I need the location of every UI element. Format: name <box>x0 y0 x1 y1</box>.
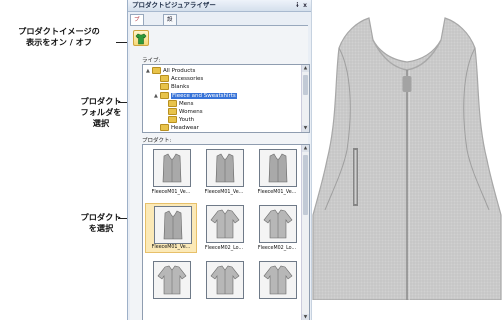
product-thumbnail <box>153 149 191 187</box>
green-shirt-icon <box>135 33 147 45</box>
product-thumbnail <box>206 205 244 243</box>
tree-node-label: Blanks <box>171 84 190 91</box>
expand-arrow-icon[interactable]: ▲ <box>154 92 158 101</box>
scroll-thumb[interactable] <box>303 155 308 215</box>
product-thumbnail <box>206 261 244 299</box>
product-caption: FleeceM01_Ve... <box>151 190 191 195</box>
folder-icon <box>168 116 177 124</box>
scroll-down-arrow[interactable]: ▼ <box>302 314 309 320</box>
scroll-up-arrow[interactable]: ▲ <box>302 65 309 72</box>
product-thumbnail <box>259 261 297 299</box>
scroll-down-arrow[interactable]: ▼ <box>302 125 309 132</box>
product-tile[interactable]: FleeceM01_Ve... <box>198 147 250 197</box>
product-caption: FleeceM01_Ve... <box>257 190 297 195</box>
folder-icon <box>160 91 169 99</box>
folder-icon <box>152 67 161 74</box>
product-thumbnail <box>153 261 191 299</box>
product-tile[interactable] <box>251 259 303 309</box>
toggle-product-image-button[interactable] <box>133 30 149 46</box>
product-tile[interactable]: FleeceM02_Lo... <box>198 203 250 253</box>
product-thumbnail <box>206 149 244 187</box>
tree-node[interactable]: Headwear <box>160 124 199 132</box>
close-icon[interactable]: x <box>303 0 307 11</box>
tree-node-label: Youth <box>179 117 195 124</box>
callout-select-folder: プロダクト フォルダを 選択 <box>80 96 122 128</box>
product-caption: FleeceM02_Lo... <box>257 246 297 251</box>
expand-arrow-icon[interactable]: ▲ <box>146 67 150 76</box>
product-grid[interactable]: FleeceM01_Ve... FleeceM01_Ve... FleeceM01_… <box>142 144 310 320</box>
pin-icon[interactable]: ɨ <box>296 0 299 11</box>
products-label: プロダクト: <box>142 138 172 144</box>
grid-scrollbar[interactable]: ▲ ▼ <box>301 145 309 320</box>
folder-tree[interactable]: ▲ All Products Accessories Blanks ▲ Fleece an… <box>142 64 310 133</box>
panel-titlebar: プロダクトビジュアライザー ɨ x <box>128 0 311 12</box>
product-tile[interactable]: FleeceM02_Lo... <box>251 203 303 253</box>
product-tile[interactable]: FleeceM01_Ve... <box>145 147 197 197</box>
product-tile[interactable]: FleeceM01_Ve... <box>145 203 197 253</box>
product-thumbnail <box>259 149 297 187</box>
folder-icon <box>160 83 169 91</box>
tree-node-label: Accessories <box>171 76 204 83</box>
product-visualizer-panel: プロダクトビジュアライザー ɨ x プロダクト 設定 ライブ: ▲All Pro… <box>127 0 312 320</box>
product-caption: FleeceM01_Ve... <box>204 190 244 195</box>
tab-settings[interactable]: 設定 <box>163 14 177 33</box>
panel-body: ライブ: ▲ All Products Accessories Blanks ▲ Flee… <box>130 25 310 320</box>
folder-icon <box>160 124 169 132</box>
product-thumbnail <box>154 206 192 244</box>
folder-icon <box>168 99 177 107</box>
product-caption: FleeceM02_Lo... <box>204 246 244 251</box>
callout-toggle-image: プロダクトイメージの 表示をオン / オフ <box>18 26 100 47</box>
tree-scrollbar[interactable]: ▲ ▼ <box>301 65 309 132</box>
product-caption: FleeceM01_Ve... <box>151 245 191 250</box>
scroll-up-arrow[interactable]: ▲ <box>302 145 309 152</box>
tree-node-label: Mens <box>179 100 194 107</box>
product-tile[interactable] <box>145 259 197 309</box>
callout-select-product: プロダクト を選択 <box>80 212 122 233</box>
tree-node-label: Fleece and Sweatshirts <box>171 92 237 99</box>
scroll-thumb[interactable] <box>303 75 308 95</box>
product-thumbnail <box>259 205 297 243</box>
tree-node-label: Womens <box>179 109 203 115</box>
tree-node-label: All Products <box>163 68 196 74</box>
product-tile[interactable] <box>198 259 250 309</box>
product-tile[interactable]: FleeceM01_Ve... <box>251 147 303 197</box>
library-label: ライブ: <box>142 58 161 64</box>
panel-title: プロダクトビジュアライザー <box>132 1 216 9</box>
tree-node-label: Headwear <box>171 125 199 132</box>
folder-icon <box>168 108 177 115</box>
fleece-vest-preview <box>312 17 502 300</box>
folder-icon <box>160 75 169 83</box>
